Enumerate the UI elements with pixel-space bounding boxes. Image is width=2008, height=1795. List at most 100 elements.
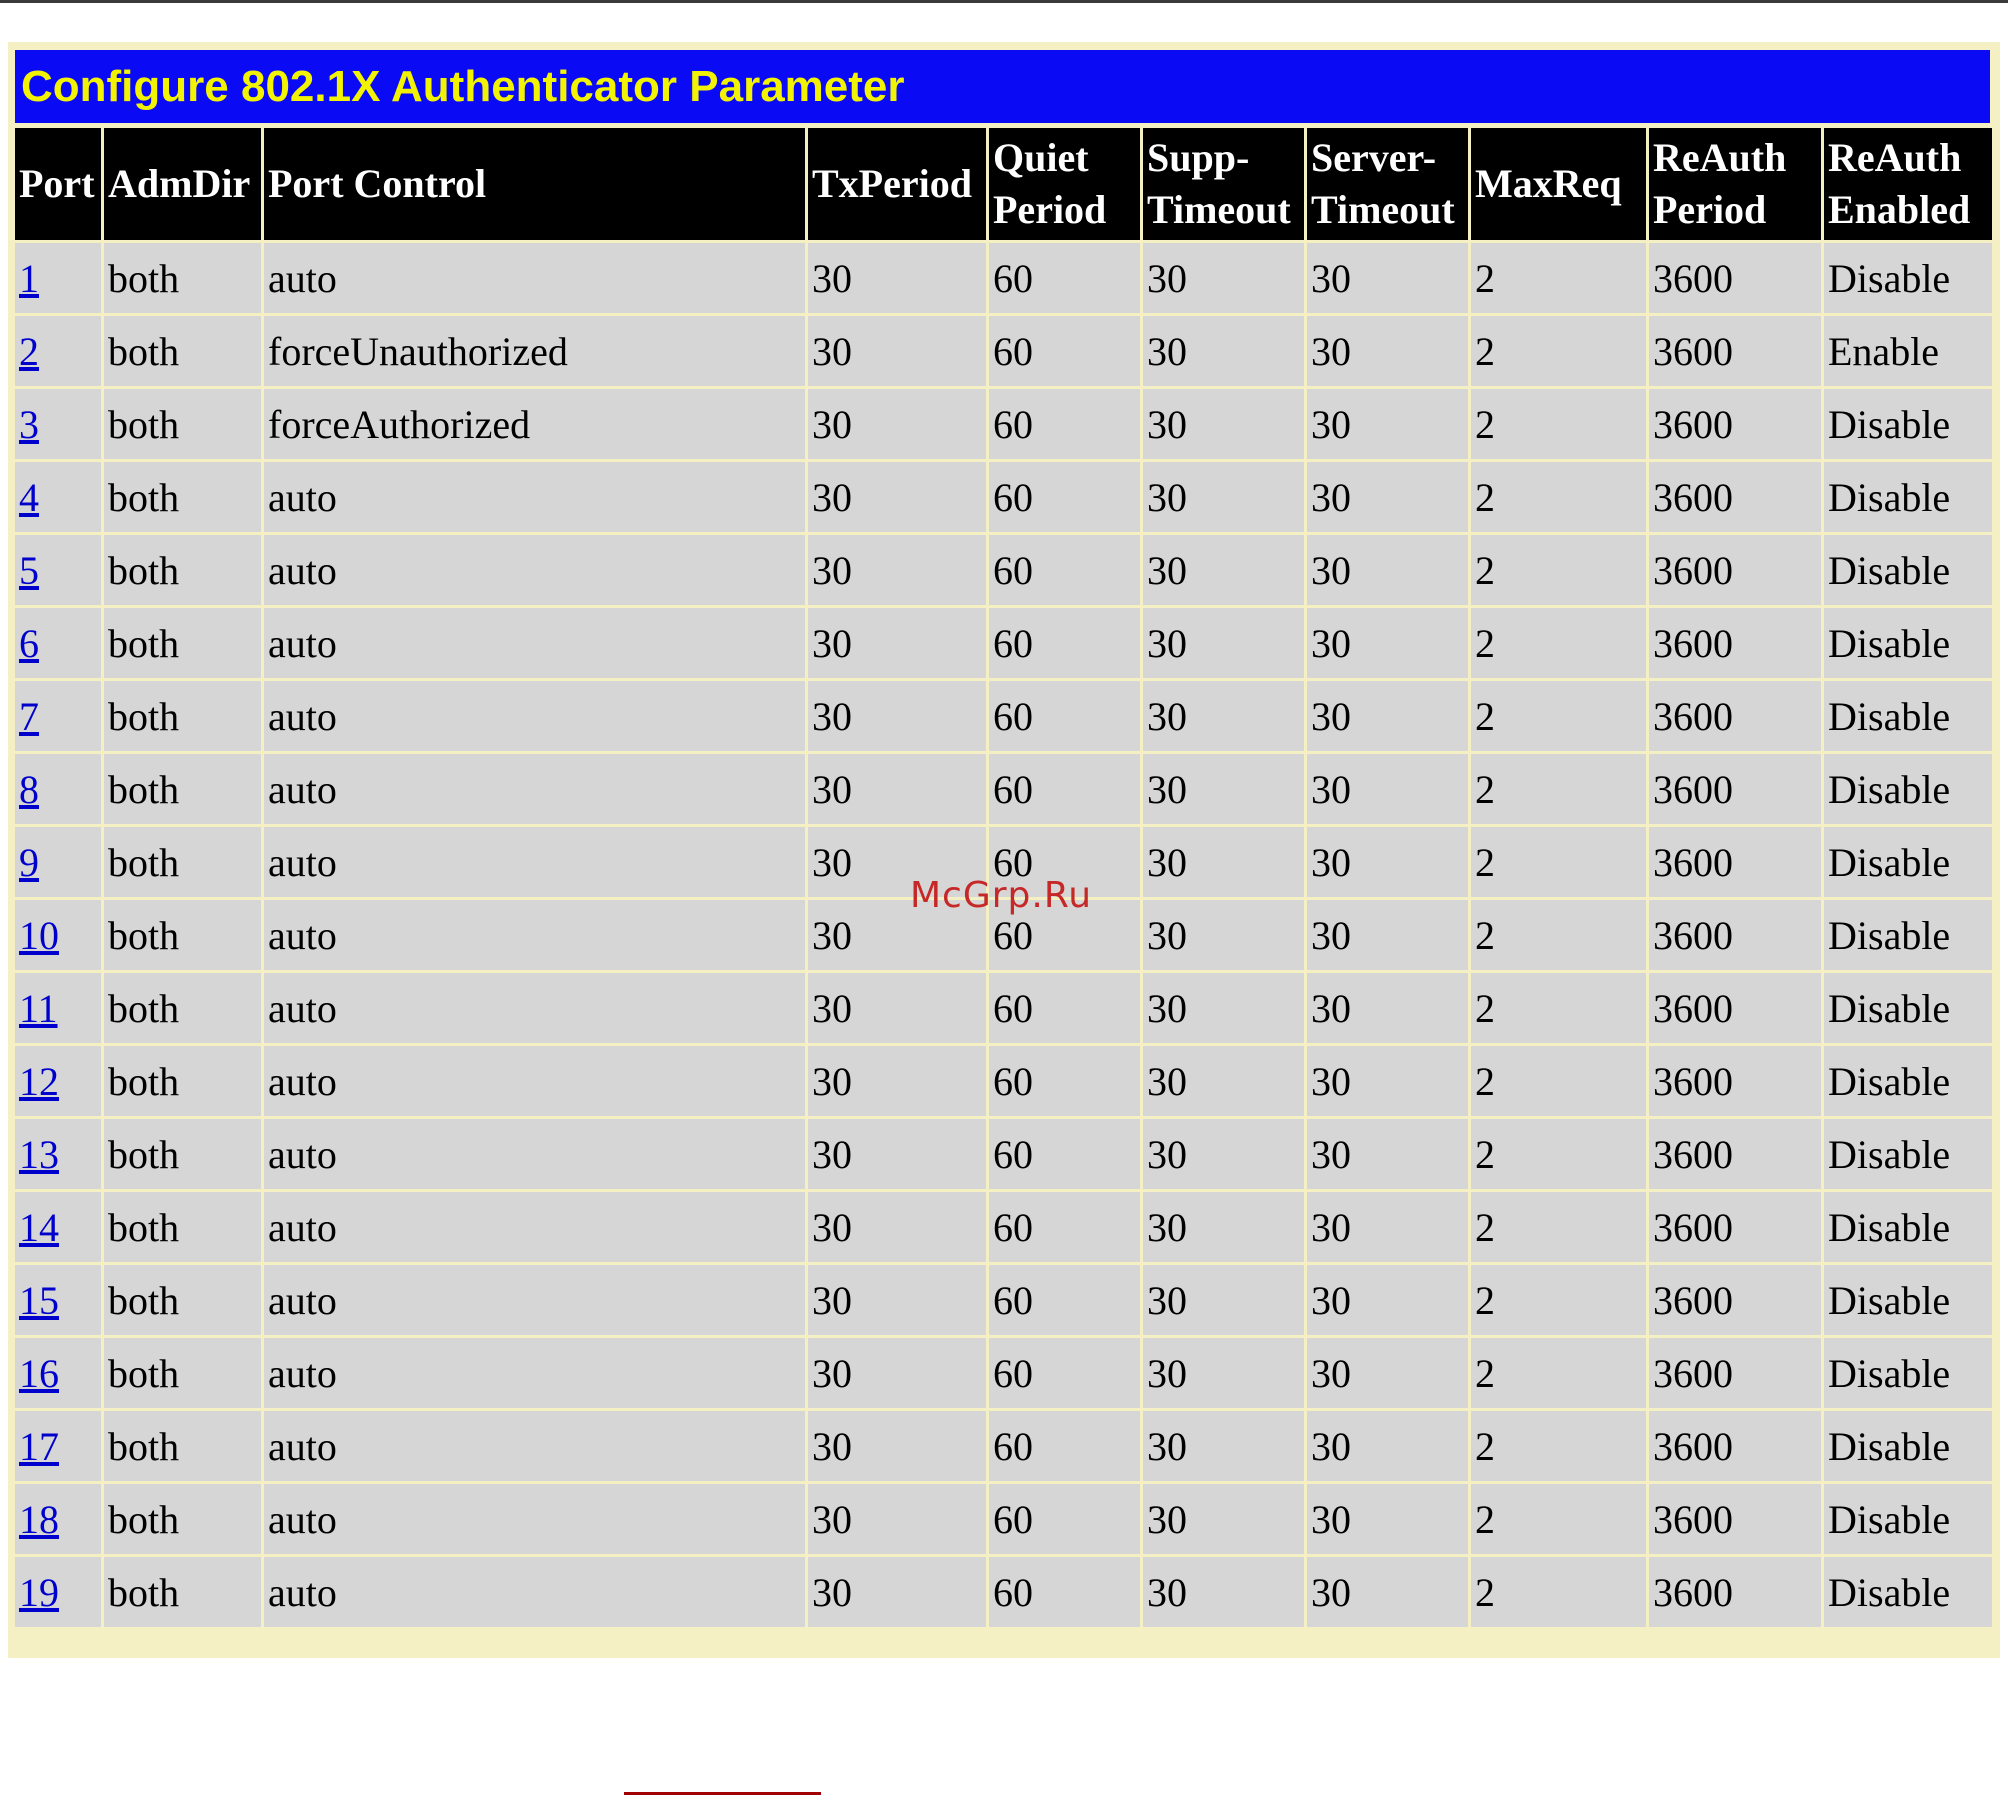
cell-reauth-enabled: Disable bbox=[1821, 243, 1992, 313]
port-link[interactable]: 11 bbox=[19, 986, 58, 1031]
cell-server-timeout: 30 bbox=[1304, 1484, 1468, 1554]
cell-txperiod: 30 bbox=[805, 243, 986, 313]
cell-txperiod: 30 bbox=[805, 608, 986, 678]
table-row: 11 both auto 30 60 30 30 2 3600 Disable bbox=[15, 973, 1992, 1043]
cell-admdir: both bbox=[101, 1557, 261, 1627]
cell-admdir: both bbox=[101, 1119, 261, 1189]
port-link[interactable]: 3 bbox=[19, 402, 39, 447]
cell-port[interactable]: 4 bbox=[15, 462, 101, 532]
cell-port[interactable]: 9 bbox=[15, 827, 101, 897]
table-header-row: Port AdmDir Port Control TxPeriod Quiet P… bbox=[15, 128, 1992, 240]
port-link[interactable]: 8 bbox=[19, 767, 39, 812]
cell-admdir: both bbox=[101, 827, 261, 897]
port-link[interactable]: 15 bbox=[19, 1278, 59, 1323]
cell-port-control: auto bbox=[261, 1484, 805, 1554]
cell-txperiod: 30 bbox=[805, 462, 986, 532]
cell-port-control: auto bbox=[261, 243, 805, 313]
port-link[interactable]: 5 bbox=[19, 548, 39, 593]
header-supp-timeout: Supp- Timeout bbox=[1140, 128, 1304, 240]
port-link[interactable]: 16 bbox=[19, 1351, 59, 1396]
cell-port[interactable]: 6 bbox=[15, 608, 101, 678]
cell-server-timeout: 30 bbox=[1304, 462, 1468, 532]
port-link[interactable]: 4 bbox=[19, 475, 39, 520]
cell-txperiod: 30 bbox=[805, 1557, 986, 1627]
cell-reauth-enabled: Disable bbox=[1821, 1411, 1992, 1481]
cell-admdir: both bbox=[101, 1338, 261, 1408]
port-link[interactable]: 9 bbox=[19, 840, 39, 885]
cell-port[interactable]: 2 bbox=[15, 316, 101, 386]
cell-port[interactable]: 15 bbox=[15, 1265, 101, 1335]
cell-port[interactable]: 10 bbox=[15, 900, 101, 970]
table-row: 8 both auto 30 60 30 30 2 3600 Disable bbox=[15, 754, 1992, 824]
cell-reauth-enabled: Enable bbox=[1821, 316, 1992, 386]
cell-reauth-enabled: Disable bbox=[1821, 1265, 1992, 1335]
table-row: 4 both auto 30 60 30 30 2 3600 Disable bbox=[15, 462, 1992, 532]
cell-port[interactable]: 16 bbox=[15, 1338, 101, 1408]
cell-quiet-period: 60 bbox=[986, 973, 1140, 1043]
cell-port[interactable]: 5 bbox=[15, 535, 101, 605]
cell-port[interactable]: 19 bbox=[15, 1557, 101, 1627]
cell-quiet-period: 60 bbox=[986, 316, 1140, 386]
cell-reauth-enabled: Disable bbox=[1821, 1119, 1992, 1189]
cell-port-control: auto bbox=[261, 1338, 805, 1408]
cell-quiet-period: 60 bbox=[986, 1192, 1140, 1262]
header-quiet-period: Quiet Period bbox=[986, 128, 1140, 240]
table-row: 14 both auto 30 60 30 30 2 3600 Disable bbox=[15, 1192, 1992, 1262]
cell-port[interactable]: 3 bbox=[15, 389, 101, 459]
cell-supp-timeout: 30 bbox=[1140, 1119, 1304, 1189]
cell-admdir: both bbox=[101, 1484, 261, 1554]
cell-quiet-period: 60 bbox=[986, 681, 1140, 751]
cell-admdir: both bbox=[101, 462, 261, 532]
cell-server-timeout: 30 bbox=[1304, 1265, 1468, 1335]
cell-reauth-enabled: Disable bbox=[1821, 462, 1992, 532]
cell-supp-timeout: 30 bbox=[1140, 1557, 1304, 1627]
port-link[interactable]: 17 bbox=[19, 1424, 59, 1469]
table-row: 7 both auto 30 60 30 30 2 3600 Disable bbox=[15, 681, 1992, 751]
cell-port[interactable]: 13 bbox=[15, 1119, 101, 1189]
port-link[interactable]: 6 bbox=[19, 621, 39, 666]
cell-supp-timeout: 30 bbox=[1140, 389, 1304, 459]
cell-server-timeout: 30 bbox=[1304, 389, 1468, 459]
table-row: 1 both auto 30 60 30 30 2 3600 Disable bbox=[15, 243, 1992, 313]
cell-port-control: auto bbox=[261, 1192, 805, 1262]
cell-supp-timeout: 30 bbox=[1140, 243, 1304, 313]
cell-server-timeout: 30 bbox=[1304, 973, 1468, 1043]
cell-port[interactable]: 17 bbox=[15, 1411, 101, 1481]
cell-admdir: both bbox=[101, 316, 261, 386]
cell-port[interactable]: 7 bbox=[15, 681, 101, 751]
port-link[interactable]: 10 bbox=[19, 913, 59, 958]
cell-server-timeout: 30 bbox=[1304, 681, 1468, 751]
cell-server-timeout: 30 bbox=[1304, 1046, 1468, 1116]
cell-port[interactable]: 14 bbox=[15, 1192, 101, 1262]
port-link[interactable]: 7 bbox=[19, 694, 39, 739]
cell-reauth-period: 3600 bbox=[1646, 535, 1821, 605]
cell-server-timeout: 30 bbox=[1304, 1192, 1468, 1262]
cell-supp-timeout: 30 bbox=[1140, 754, 1304, 824]
port-link[interactable]: 1 bbox=[19, 256, 39, 301]
cell-port[interactable]: 1 bbox=[15, 243, 101, 313]
cell-maxreq: 2 bbox=[1468, 243, 1646, 313]
cell-port[interactable]: 8 bbox=[15, 754, 101, 824]
cell-port[interactable]: 12 bbox=[15, 1046, 101, 1116]
authenticator-panel: Configure 802.1X Authenticator Parameter… bbox=[8, 42, 2000, 1658]
cell-reauth-enabled: Disable bbox=[1821, 1557, 1992, 1627]
port-link[interactable]: 2 bbox=[19, 329, 39, 374]
header-reauth-enabled: ReAuth Enabled bbox=[1821, 128, 1992, 240]
cell-quiet-period: 60 bbox=[986, 1484, 1140, 1554]
cell-port-control: auto bbox=[261, 608, 805, 678]
cell-reauth-period: 3600 bbox=[1646, 316, 1821, 386]
cell-reauth-period: 3600 bbox=[1646, 389, 1821, 459]
cell-reauth-period: 3600 bbox=[1646, 681, 1821, 751]
port-link[interactable]: 14 bbox=[19, 1205, 59, 1250]
cell-txperiod: 30 bbox=[805, 754, 986, 824]
cell-quiet-period: 60 bbox=[986, 1411, 1140, 1481]
port-link[interactable]: 19 bbox=[19, 1570, 59, 1615]
table-row: 12 both auto 30 60 30 30 2 3600 Disable bbox=[15, 1046, 1992, 1116]
cell-quiet-period: 60 bbox=[986, 389, 1140, 459]
port-link[interactable]: 12 bbox=[19, 1059, 59, 1104]
cell-port[interactable]: 18 bbox=[15, 1484, 101, 1554]
port-link[interactable]: 13 bbox=[19, 1132, 59, 1177]
port-link[interactable]: 18 bbox=[19, 1497, 59, 1542]
cell-reauth-enabled: Disable bbox=[1821, 389, 1992, 459]
cell-port[interactable]: 11 bbox=[15, 973, 101, 1043]
